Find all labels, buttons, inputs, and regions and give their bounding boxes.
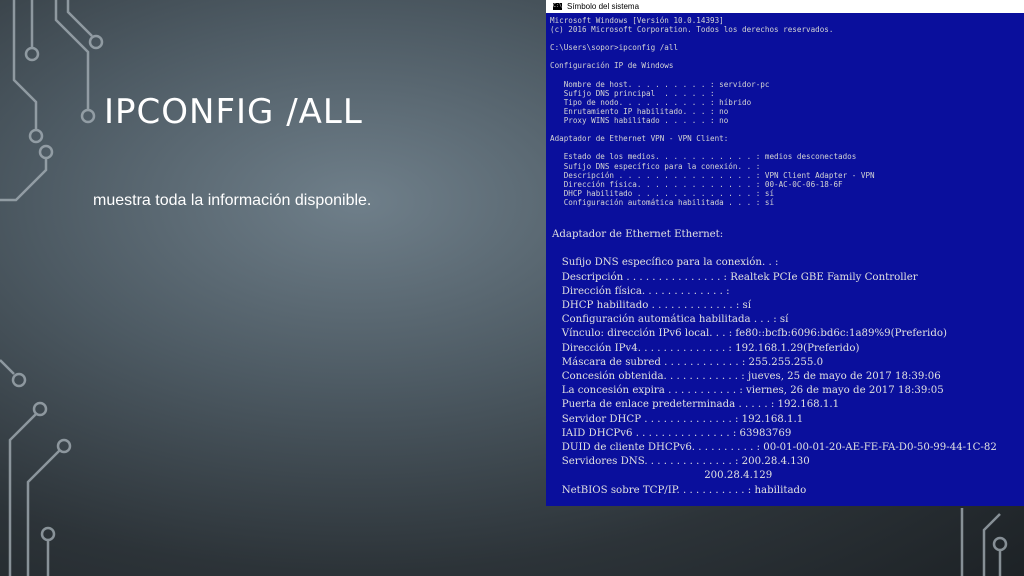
slide-subtitle: muestra toda la información disponible. <box>93 192 372 209</box>
console-output-panel: Adaptador de Ethernet Ethernet: Sufijo D… <box>548 218 998 506</box>
console-output: Microsoft Windows [Versión 10.0.14393] (… <box>550 16 875 207</box>
cmd-icon: C:\ <box>553 3 563 10</box>
slide-title: IPCONFIG /ALL <box>104 92 363 132</box>
ethernet-adapter-output: Adaptador de Ethernet Ethernet: Sufijo D… <box>552 229 997 496</box>
window-title: Símbolo del sistema <box>567 2 640 11</box>
window-titlebar[interactable]: C:\ Símbolo del sistema <box>546 0 1024 13</box>
